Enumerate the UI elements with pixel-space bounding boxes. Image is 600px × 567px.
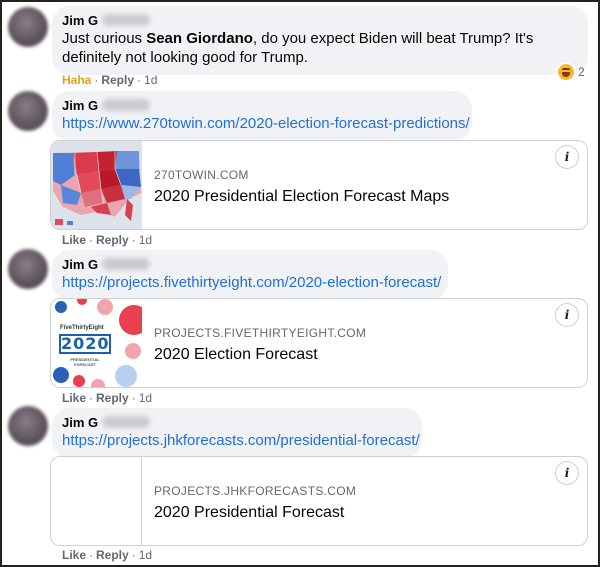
avatar[interactable] [8, 7, 48, 47]
comment-bubble: Jim G https://projects.jhkforecasts.com/… [52, 408, 422, 458]
reaction-count[interactable]: 2 [558, 64, 585, 80]
fivethirtyeight-thumbnail: FiveThirtyEight 2020 PRESIDENTIAL FORECA… [51, 299, 142, 387]
reply-button[interactable]: Reply [101, 73, 134, 87]
comment-timestamp[interactable]: 1d [139, 391, 152, 405]
comment-link[interactable]: https://www.270towin.com/2020-election-f… [62, 114, 470, 133]
like-button[interactable]: Like [62, 391, 86, 405]
thumb-year: 2020 [59, 334, 111, 354]
info-icon[interactable]: i [555, 145, 579, 169]
decor-dot [55, 301, 67, 313]
info-icon[interactable]: i [555, 461, 579, 485]
avatar[interactable] [8, 406, 48, 446]
haha-emoji-icon [558, 64, 574, 80]
comment-actions: Like · Reply · 1d [62, 391, 153, 405]
fivethirtyeight-logo: FiveThirtyEight [60, 325, 104, 331]
comment-thread: Jim G Just curious Sean Giordano, do you… [0, 0, 600, 567]
card-title[interactable]: 2020 Presidential Forecast [154, 502, 356, 524]
avatar[interactable] [8, 249, 48, 289]
us-map-image [51, 141, 142, 229]
redacted-surname [102, 258, 151, 270]
redacted-surname [102, 416, 151, 428]
reply-button[interactable]: Reply [96, 391, 129, 405]
comment-bubble: Jim G https://www.270towin.com/2020-elec… [52, 91, 472, 141]
card-domain: PROJECTS.JHKFORECASTS.COM [154, 484, 357, 498]
decor-dot [125, 343, 141, 359]
info-icon[interactable]: i [555, 303, 579, 327]
link-preview-card[interactable]: PROJECTS.JHKFORECASTS.COM 2020 President… [50, 456, 588, 546]
card-title[interactable]: 2020 Presidential Election Forecast Maps [154, 186, 449, 208]
comment-author[interactable]: Jim G [62, 98, 460, 114]
decor-dot [53, 367, 69, 383]
comment-author[interactable]: Jim G [62, 13, 576, 29]
decor-dot [73, 375, 85, 387]
card-text: PROJECTS.JHKFORECASTS.COM 2020 President… [154, 483, 356, 524]
card-text: PROJECTS.FIVETHIRTYEIGHT.COM 2020 Electi… [154, 325, 366, 366]
comment-author[interactable]: Jim G [62, 257, 436, 273]
comment-link[interactable]: https://projects.jhkforecasts.com/presid… [62, 431, 420, 450]
decor-dot [97, 299, 113, 315]
comment-timestamp[interactable]: 1d [144, 73, 157, 87]
mention-link[interactable]: Sean Giordano [146, 30, 253, 47]
like-button[interactable]: Like [62, 233, 86, 247]
thumb-subtitle: PRESIDENTIAL FORECAST [70, 357, 100, 367]
redacted-surname [102, 99, 151, 111]
comment-bubble: Jim G Just curious Sean Giordano, do you… [52, 6, 588, 75]
comment-actions: Like · Reply · 1d [62, 233, 153, 247]
decor-dot [91, 379, 105, 387]
map-thumbnail [51, 141, 142, 229]
card-domain: PROJECTS.FIVETHIRTYEIGHT.COM [154, 326, 367, 340]
card-domain: 270TOWIN.COM [154, 168, 249, 182]
comment-actions: Haha · Reply · 1d [62, 73, 158, 87]
comment-timestamp[interactable]: 1d [139, 233, 152, 247]
link-preview-card[interactable]: 270TOWIN.COM 2020 Presidential Election … [50, 140, 588, 230]
comment-timestamp[interactable]: 1d [139, 548, 152, 562]
comment-author[interactable]: Jim G [62, 415, 410, 431]
decor-dot [115, 365, 137, 387]
reply-button[interactable]: Reply [96, 233, 129, 247]
link-preview-card[interactable]: FiveThirtyEight 2020 PRESIDENTIAL FORECA… [50, 298, 588, 388]
comment-bubble: Jim G https://projects.fivethirtyeight.c… [52, 250, 448, 300]
card-title[interactable]: 2020 Election Forecast [154, 344, 366, 366]
card-text: 270TOWIN.COM 2020 Presidential Election … [154, 167, 449, 208]
comment-actions: Like · Reply · 1d [62, 548, 153, 562]
haha-reaction-button[interactable]: Haha [62, 73, 91, 87]
comment-link[interactable]: https://projects.fivethirtyeight.com/202… [62, 273, 441, 292]
redacted-surname [102, 14, 151, 26]
comment-text: Just curious Sean Giordano, do you expec… [62, 30, 534, 66]
reply-button[interactable]: Reply [96, 548, 129, 562]
blank-thumbnail [51, 457, 142, 545]
avatar[interactable] [8, 91, 48, 131]
like-button[interactable]: Like [62, 548, 86, 562]
decor-dot [77, 299, 87, 305]
decor-dot [119, 305, 142, 335]
